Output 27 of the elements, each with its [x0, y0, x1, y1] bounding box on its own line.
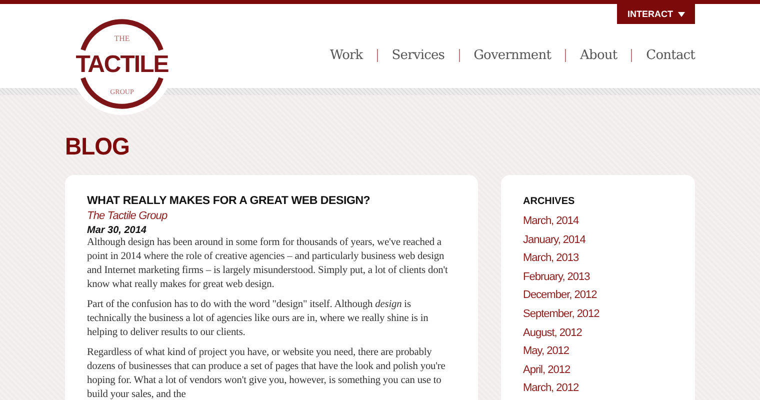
- page-title: BLOG: [65, 132, 130, 161]
- nav-link[interactable]: Services: [392, 48, 445, 62]
- post-date: Mar 30, 2014: [87, 225, 148, 236]
- archive-link[interactable]: September, 2012: [523, 308, 673, 327]
- nav-link[interactable]: Work: [330, 48, 363, 62]
- archive-link[interactable]: May, 2012: [523, 345, 673, 364]
- archive-link[interactable]: December, 2012: [523, 289, 673, 308]
- post-paragraph: Part of the confusion has to do with the word "design" itself. Although design is technically the business a lot of agencies like ours are in, where we really shine is in helping to deliver results to our clients.: [87, 298, 430, 340]
- nav-link[interactable]: Contact: [646, 48, 695, 62]
- interact-menu-button[interactable]: INTERACT: [616, 4, 695, 24]
- logo-text: TACTILE: [76, 51, 168, 78]
- caret-icon: [678, 12, 685, 16]
- archives-title: ARCHIVES: [523, 196, 576, 207]
- nav-link[interactable]: Government: [474, 48, 552, 62]
- archive-link[interactable]: March, 2012: [523, 382, 673, 400]
- post-paragraph: Regardless of what kind of project you have, or website you need, there are probably dozens of businesses that can produce a set of pages that have the look and polish you're hoping for. What a lot of vendors won't give you, however, is something you can use to build your sales, and the: [87, 346, 446, 400]
- archive-link[interactable]: March, 2013: [523, 252, 673, 271]
- post-author: The Tactile Group: [87, 210, 168, 222]
- logo-text: THE: [114, 34, 130, 43]
- archive-link[interactable]: February, 2013: [523, 270, 673, 290]
- post-title: WHAT REALLY MAKES FOR A GREAT WEB DESIGN?: [87, 195, 372, 207]
- nav-link[interactable]: About: [580, 48, 618, 62]
- archive-link[interactable]: January, 2014: [523, 234, 673, 252]
- archive-link[interactable]: March, 2014: [523, 215, 673, 234]
- archive-link[interactable]: April, 2012: [523, 364, 673, 382]
- archive-link[interactable]: August, 2012: [523, 326, 673, 346]
- post-paragraph: Although design has been around in some form for thousands of years, we've reached a point in 2014 where the role of creative agencies – and particularly business web design and Internet marketing firms – is largely misunderstood. Simply put, a lot of clients don't know what really makes for great web design.: [87, 236, 449, 292]
